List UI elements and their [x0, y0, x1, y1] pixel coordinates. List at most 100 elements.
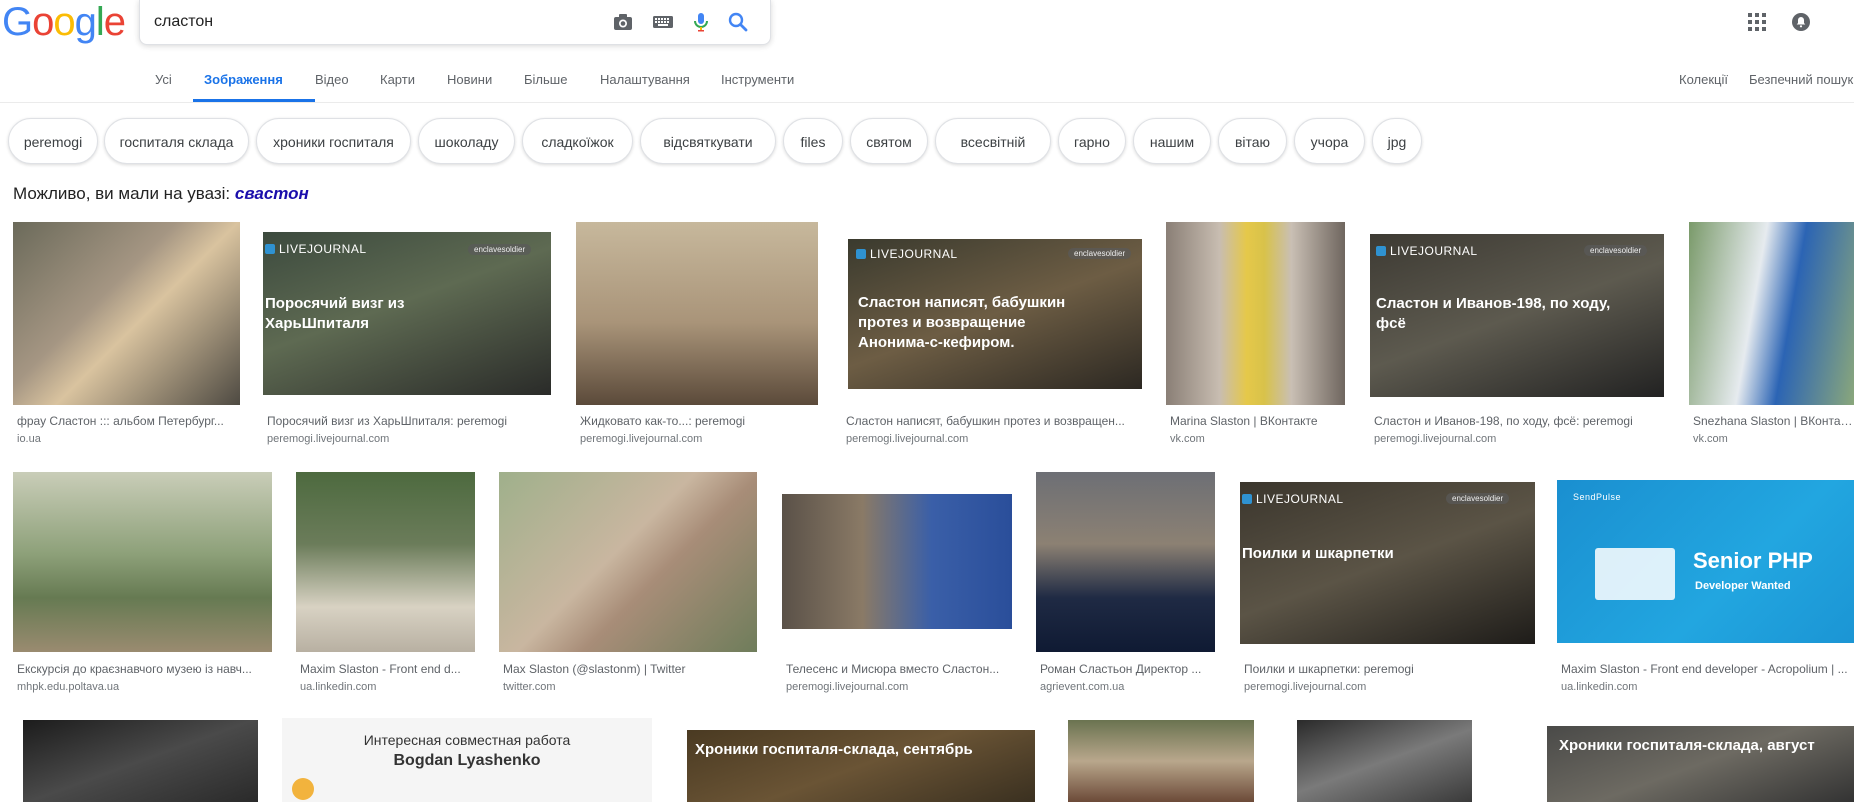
search-icon[interactable]	[726, 10, 750, 34]
result-caption: Поилки и шкарпетки: peremogi	[1244, 662, 1414, 676]
related-chip[interactable]: госпиталя склада	[104, 118, 249, 164]
result-thumbnail: SendPulse Senior PHP Developer Wanted	[1557, 480, 1854, 643]
related-chip[interactable]: всесвітній	[935, 118, 1051, 164]
tab-videos[interactable]: Відео	[315, 72, 349, 87]
google-logo[interactable]: Google	[2, 0, 126, 44]
related-chip[interactable]: нашим	[1133, 118, 1211, 164]
result-domain: peremogi.livejournal.com	[1244, 681, 1367, 693]
result-caption: Сластон написят, бабушкин протез и возвр…	[846, 414, 1125, 428]
related-chip[interactable]: jpg	[1372, 118, 1422, 164]
did-you-mean-link[interactable]: свастон	[235, 184, 309, 203]
result-thumbnail	[576, 222, 818, 405]
thumbnail-overlay-text: Поилки и шкарпетки	[1242, 545, 1394, 562]
result-thumbnail: Хроники госпиталя-склада, август	[1547, 726, 1854, 802]
sendpulse-logo: SendPulse	[1573, 492, 1622, 502]
apps-icon[interactable]	[1747, 12, 1767, 32]
related-chip[interactable]: відсвяткувати	[640, 118, 776, 164]
related-chip[interactable]: гарно	[1058, 118, 1126, 164]
result-caption: Жидковато как-то...: peremogi	[580, 414, 746, 428]
image-result[interactable]: Snezhana Slaston | ВКонтакте vk.com	[1689, 222, 1854, 447]
tab-tools[interactable]: Інструменти	[721, 72, 794, 87]
result-thumbnail: LIVEJOURNAL enclavesoldier Сластон и Ива…	[1370, 234, 1664, 397]
image-result[interactable]	[1287, 718, 1472, 802]
result-domain: vk.com	[1170, 433, 1205, 445]
related-chip[interactable]: святом	[850, 118, 928, 164]
logo-letter: o	[53, 0, 75, 44]
livejournal-logo: LIVEJOURNAL	[856, 247, 958, 261]
image-result[interactable]	[13, 718, 258, 802]
result-caption: Сластон и Иванов-198, по ходу, фсё: pere…	[1374, 414, 1633, 428]
notifications-icon[interactable]	[1791, 12, 1811, 32]
related-chip[interactable]: сладкоїжок	[522, 118, 633, 164]
did-you-mean: Можливо, ви мали на увазі: свастон	[13, 184, 309, 204]
result-domain: peremogi.livejournal.com	[1374, 433, 1497, 445]
result-caption: фрау Сластон ::: альбом Петербург...	[17, 414, 224, 428]
result-domain: io.ua	[17, 433, 41, 445]
image-result[interactable]: LIVEJOURNAL enclavesoldier Сластон напис…	[842, 222, 1142, 447]
result-domain: peremogi.livejournal.com	[580, 433, 703, 445]
image-result[interactable]: Хроники госпиталя-склада, сентябрь	[677, 718, 1035, 802]
result-caption: Роман Сластьон Директор ...	[1040, 662, 1202, 676]
related-chip[interactable]: шоколаду	[418, 118, 515, 164]
image-result[interactable]: LIVEJOURNAL enclavesoldier Поросячий виз…	[263, 222, 553, 447]
result-thumbnail: Хроники госпиталя-склада, сентябрь	[687, 730, 1035, 802]
tab-safe-search[interactable]: Безпечний пошук	[1749, 72, 1853, 87]
image-result[interactable]: LIVEJOURNAL enclavesoldier Поилки и шкар…	[1240, 472, 1538, 697]
keyboard-icon[interactable]	[651, 10, 675, 34]
image-result[interactable]: Жидковато как-то...: peremogi peremogi.l…	[576, 222, 826, 447]
result-thumbnail	[296, 472, 475, 652]
image-result[interactable]: SendPulse Senior PHP Developer Wanted Ma…	[1557, 472, 1854, 697]
active-tab-indicator	[193, 99, 315, 102]
related-chip[interactable]: учора	[1294, 118, 1365, 164]
image-result[interactable]: Екскурсія до краєзнавчого музею із навч.…	[13, 472, 276, 697]
author-tag: enclavesoldier	[1068, 248, 1132, 259]
camera-icon[interactable]	[611, 10, 635, 34]
image-result[interactable]: Max Slaston (@slastonm) | Twitter twitte…	[499, 472, 764, 697]
tab-maps[interactable]: Карти	[380, 72, 415, 87]
image-result[interactable]: Телесенс и Мисюра вместо Сластон... pere…	[782, 472, 1012, 697]
result-domain: vk.com	[1693, 433, 1728, 445]
result-thumbnail	[1166, 222, 1345, 405]
image-result[interactable]: Maxim Slaston - Front end d... ua.linked…	[296, 472, 486, 697]
image-result[interactable]: LIVEJOURNAL enclavesoldier Сластон и Ива…	[1370, 222, 1670, 447]
logo-letter: e	[103, 0, 126, 44]
image-result[interactable]: Marina Slaston | ВКонтакте vk.com	[1166, 222, 1356, 447]
image-result[interactable]: Роман Сластьон Директор ... agrievent.co…	[1036, 472, 1226, 697]
image-result[interactable]	[1058, 718, 1254, 802]
logo-letter: g	[74, 0, 97, 44]
livejournal-logo: LIVEJOURNAL	[1242, 492, 1344, 506]
tab-collections[interactable]: Колекції	[1679, 72, 1728, 87]
search-input[interactable]	[154, 0, 594, 44]
laptop-illustration	[1595, 548, 1675, 600]
tab-news[interactable]: Новини	[447, 72, 492, 87]
character-illustration	[292, 778, 314, 800]
image-result[interactable]: Хроники госпиталя-склада, август	[1537, 718, 1854, 802]
author-tag: enclavesoldier	[468, 244, 532, 255]
result-thumbnail	[1068, 720, 1254, 802]
result-thumbnail	[499, 472, 757, 652]
thumbnail-overlay-text: Поросячий визг из ХарьШпиталя	[265, 295, 405, 332]
tab-all[interactable]: Усі	[155, 72, 172, 87]
result-thumbnail	[13, 472, 272, 652]
related-chip[interactable]: peremogi	[8, 118, 98, 164]
result-domain: peremogi.livejournal.com	[267, 433, 390, 445]
image-result[interactable]: фрау Сластон ::: альбом Петербург... io.…	[13, 222, 243, 447]
related-chip[interactable]: files	[783, 118, 843, 164]
image-result[interactable]: Интересная совместная работа Bogdan Lyas…	[282, 718, 652, 802]
related-chip[interactable]: хроники госпиталя	[256, 118, 411, 164]
result-thumbnail	[1297, 720, 1472, 802]
related-chip[interactable]: вітаю	[1218, 118, 1287, 164]
result-thumbnail: LIVEJOURNAL enclavesoldier Поросячий виз…	[263, 232, 551, 395]
tab-settings[interactable]: Налаштування	[600, 72, 690, 87]
result-caption: Snezhana Slaston | ВКонтакте	[1693, 414, 1854, 428]
thumbnail-overlay-text: Senior PHP	[1693, 548, 1813, 573]
tab-more[interactable]: Більше	[524, 72, 567, 87]
livejournal-logo: LIVEJOURNAL	[1376, 244, 1478, 258]
microphone-icon[interactable]	[689, 10, 713, 34]
logo-letter: l	[95, 0, 105, 44]
result-thumbnail: LIVEJOURNAL enclavesoldier Поилки и шкар…	[1240, 482, 1535, 644]
result-domain: mhpk.edu.poltava.ua	[17, 681, 120, 693]
thumbnail-overlay-subtext: Developer Wanted	[1695, 580, 1791, 592]
tab-images[interactable]: Зображення	[204, 72, 283, 87]
result-thumbnail	[1689, 222, 1854, 405]
